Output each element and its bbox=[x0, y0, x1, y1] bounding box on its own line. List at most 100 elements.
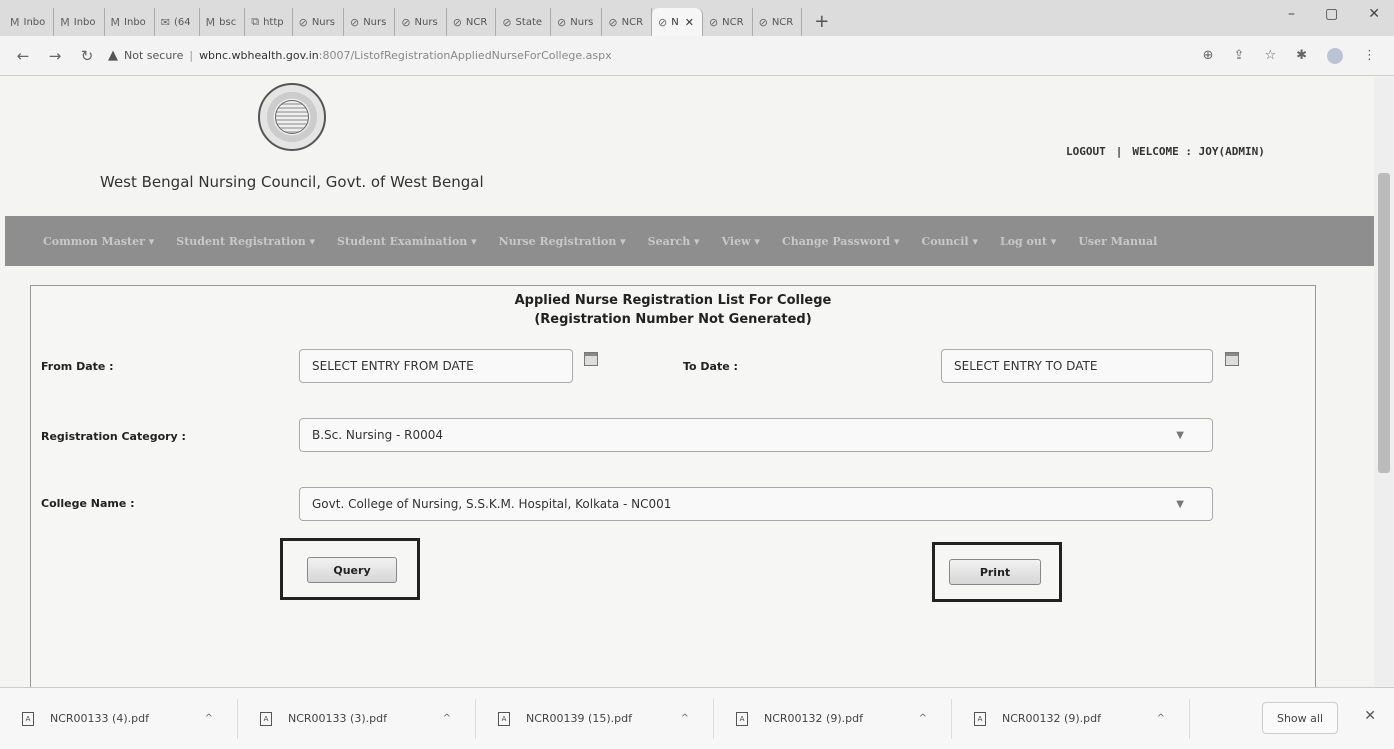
tab-label: NCR bbox=[771, 16, 794, 28]
from-date-field[interactable]: SELECT ENTRY FROM DATE bbox=[299, 349, 573, 383]
back-arrow-icon[interactable]: ← bbox=[14, 47, 32, 65]
welcome-text: WELCOME : JOY(ADMIN) bbox=[1132, 145, 1265, 158]
tab-label: http bbox=[263, 16, 284, 28]
minimize-button[interactable]: – bbox=[1288, 6, 1295, 22]
download-item[interactable]: A NCR00133 (4).pdf ^ bbox=[0, 698, 238, 739]
reload-icon[interactable]: ↻ bbox=[78, 47, 96, 65]
browser-tab[interactable]: ⊘ NCR bbox=[447, 8, 497, 36]
page-title-line1: Applied Nurse Registration List For Coll… bbox=[514, 293, 832, 308]
tab-label: Nurs bbox=[414, 16, 438, 28]
browser-tab[interactable]: ⊘ Nurs bbox=[344, 8, 396, 36]
restore-button[interactable]: ▢ bbox=[1325, 6, 1338, 22]
menu-item[interactable]: Student Examination ▾ bbox=[337, 235, 477, 248]
show-all-button[interactable]: Show all bbox=[1261, 702, 1338, 734]
tab-favicon-icon: ⊘ bbox=[658, 15, 668, 29]
browser-tab[interactable]: ⊘ NCR bbox=[703, 8, 753, 36]
page-title: Applied Nurse Registration List For Coll… bbox=[31, 291, 1315, 329]
browser-tab[interactable]: ⊘ N ✕ bbox=[652, 8, 703, 36]
registration-category-select[interactable]: B.Sc. Nursing - R0004 ▼ bbox=[299, 418, 1213, 452]
tab-favicon-icon: ⊘ bbox=[557, 15, 567, 29]
download-item[interactable]: A NCR00133 (3).pdf ^ bbox=[238, 698, 476, 739]
menu-item[interactable]: Common Master ▾ bbox=[43, 235, 154, 248]
browser-tab[interactable]: M Inbo bbox=[54, 8, 105, 36]
menu-item[interactable]: Student Registration ▾ bbox=[176, 235, 315, 248]
menu-item[interactable]: Change Password ▾ bbox=[782, 235, 900, 248]
close-window-button[interactable]: ✕ bbox=[1368, 6, 1380, 22]
close-downloads-icon[interactable]: ✕ bbox=[1364, 708, 1376, 724]
chevron-up-icon[interactable]: ^ bbox=[1157, 713, 1165, 724]
tab-favicon-icon: ⊘ bbox=[401, 15, 411, 29]
council-logo bbox=[258, 83, 326, 151]
browser-tab[interactable]: ⊘ State bbox=[496, 8, 552, 36]
menu-item[interactable]: View ▾ bbox=[722, 235, 760, 248]
to-date-calendar-icon[interactable] bbox=[1225, 352, 1239, 366]
download-filename: NCR00132 (9).pdf bbox=[1002, 712, 1101, 725]
query-button[interactable]: Query bbox=[307, 557, 397, 583]
download-item[interactable]: A NCR00132 (9).pdf ^ bbox=[952, 698, 1190, 739]
chevron-up-icon[interactable]: ^ bbox=[205, 713, 213, 724]
browser-tab[interactable]: M Inbo bbox=[4, 8, 55, 36]
browser-tab[interactable]: ⊘ Nurs bbox=[293, 8, 344, 36]
college-name-select[interactable]: Govt. College of Nursing, S.S.K.M. Hospi… bbox=[299, 487, 1213, 521]
from-date-calendar-icon[interactable] bbox=[584, 352, 598, 366]
user-links-separator: | bbox=[1115, 145, 1123, 158]
zoom-icon[interactable]: ⊕ bbox=[1203, 48, 1214, 64]
new-tab-button[interactable]: + bbox=[814, 11, 829, 32]
url-host: wbnc.wbhealth.gov.in bbox=[199, 49, 319, 62]
chevron-down-icon: ▼ bbox=[1176, 429, 1184, 441]
share-icon[interactable]: ⇪ bbox=[1234, 48, 1245, 64]
pdf-file-icon: A bbox=[22, 711, 34, 726]
tab-favicon-icon: ⊘ bbox=[298, 15, 308, 29]
tab-favicon-icon: ⊘ bbox=[608, 15, 618, 29]
scrollbar-thumb[interactable] bbox=[1378, 173, 1390, 473]
pdf-file-icon: A bbox=[736, 711, 748, 726]
browser-tab[interactable]: ⊘ Nurs bbox=[395, 8, 447, 36]
url-field[interactable]: ▲ Not secure | wbnc.wbhealth.gov.in:8007… bbox=[108, 48, 612, 63]
chevron-up-icon[interactable]: ^ bbox=[919, 713, 927, 724]
menu-item[interactable]: User Manual bbox=[1078, 235, 1157, 248]
tab-list: M Inbo M Inbo M Inbo ✉ (64 Mbsc ⧉ http ⊘ Nurs ⊘ Nurs ⊘ N… bbox=[4, 0, 803, 36]
tab-label: NCR bbox=[465, 16, 488, 28]
menu-item[interactable]: Search ▾ bbox=[648, 235, 700, 248]
window-controls: – ▢ ✕ bbox=[1288, 6, 1380, 22]
download-item[interactable]: A NCR00139 (15).pdf ^ bbox=[476, 698, 714, 739]
forward-arrow-icon[interactable]: → bbox=[46, 47, 64, 65]
browser-tab[interactable]: ⊘ NCR bbox=[753, 8, 803, 36]
download-filename: NCR00133 (3).pdf bbox=[288, 712, 387, 725]
menu-item[interactable]: Nurse Registration ▾ bbox=[499, 235, 626, 248]
profile-avatar[interactable] bbox=[1327, 48, 1343, 64]
menu-dots-icon[interactable]: ⋮ bbox=[1363, 48, 1376, 64]
browser-tab[interactable]: ✉ (64 bbox=[155, 8, 200, 36]
college-name-label: College Name : bbox=[41, 497, 135, 510]
college-name-value: Govt. College of Nursing, S.S.K.M. Hospi… bbox=[312, 497, 672, 511]
browser-tab[interactable]: ⊘ Nurs bbox=[551, 8, 603, 36]
chevron-up-icon[interactable]: ^ bbox=[681, 713, 689, 724]
url-path: :8007/ListofRegistrationAppliedNurseForC… bbox=[318, 49, 612, 62]
tab-favicon-icon: ⊘ bbox=[452, 15, 462, 29]
tab-label: Nurs bbox=[311, 16, 335, 28]
bookmark-star-icon[interactable]: ☆ bbox=[1264, 48, 1276, 64]
tab-favicon-icon: ⊘ bbox=[758, 15, 768, 29]
site-header: West Bengal Nursing Council, Govt. of We… bbox=[0, 77, 1374, 217]
page-scrollbar[interactable] bbox=[1374, 77, 1394, 687]
browser-tab[interactable]: ⧉ http bbox=[245, 8, 293, 36]
tab-favicon-icon: M bbox=[110, 15, 121, 29]
extensions-icon[interactable]: ✱ bbox=[1296, 48, 1307, 64]
tab-label: NCR bbox=[621, 16, 644, 28]
download-item[interactable]: A NCR00132 (9).pdf ^ bbox=[714, 698, 952, 739]
url-separator: | bbox=[189, 49, 194, 62]
menu-item[interactable]: Log out ▾ bbox=[1000, 235, 1056, 248]
tab-close-icon[interactable]: ✕ bbox=[685, 16, 694, 29]
browser-tab[interactable]: ⊘ NCR bbox=[602, 8, 653, 36]
pdf-file-icon: A bbox=[498, 711, 510, 726]
to-date-field[interactable]: SELECT ENTRY TO DATE bbox=[941, 349, 1213, 383]
menu-item[interactable]: Council ▾ bbox=[921, 235, 978, 248]
logout-link[interactable]: LOGOUT bbox=[1066, 145, 1106, 158]
browser-tab[interactable]: Mbsc bbox=[200, 8, 246, 36]
browser-tab[interactable]: M Inbo bbox=[105, 8, 155, 36]
chevron-up-icon[interactable]: ^ bbox=[443, 713, 451, 724]
tab-favicon-icon: ⊘ bbox=[502, 15, 512, 29]
tab-label: (64 bbox=[174, 16, 191, 28]
print-button[interactable]: Print bbox=[949, 559, 1041, 585]
browser-tab-strip: M Inbo M Inbo M Inbo ✉ (64 Mbsc ⧉ http ⊘ Nurs ⊘ Nurs ⊘ N… bbox=[0, 0, 1394, 36]
